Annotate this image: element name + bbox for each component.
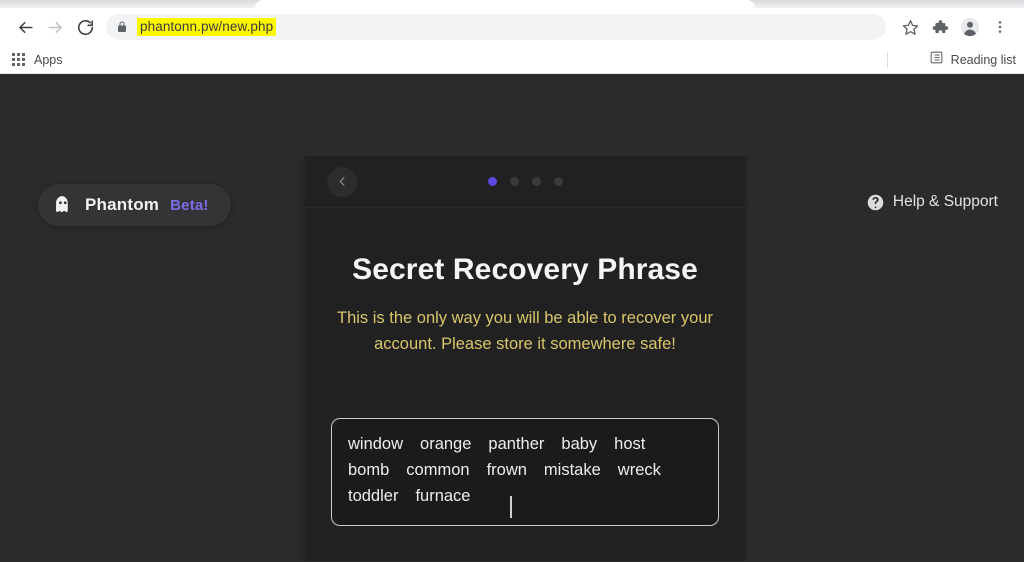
seed-word: window: [348, 435, 404, 454]
reading-list-icon: [929, 50, 944, 70]
url-text[interactable]: phantonn.pw/new.php: [137, 18, 277, 36]
progress-indicator: [305, 177, 745, 186]
seed-word: panther: [488, 435, 545, 454]
modal-header: [305, 156, 745, 208]
seed-word: frown: [486, 461, 527, 480]
modal-left-edge: [297, 156, 305, 561]
progress-dot-1: [487, 177, 497, 186]
seed-phrase-box[interactable]: window orange panther baby host bomb common fro…: [331, 418, 719, 526]
forward-nav-icon[interactable]: [40, 12, 70, 42]
apps-label: Apps: [34, 52, 63, 67]
seed-word: common: [406, 461, 470, 480]
bookmark-star-icon[interactable]: [896, 13, 924, 41]
ghost-icon: [56, 196, 68, 213]
progress-dot-3: [531, 177, 541, 186]
back-nav-icon[interactable]: [10, 12, 40, 42]
apps-shortcut[interactable]: Apps: [12, 52, 63, 67]
address-bar[interactable]: phantonn.pw/new.php: [106, 14, 886, 40]
seed-word: host: [614, 435, 646, 454]
seed-word: wreck: [617, 461, 661, 480]
seed-word: orange: [420, 435, 472, 454]
phantom-logo[interactable]: Phantom Beta!: [38, 184, 231, 226]
progress-dot-4: [553, 177, 563, 186]
browser-toolbar: phantonn.pw/new.php: [0, 8, 1024, 46]
seed-phrase-words: window orange panther baby host bomb common fro…: [348, 433, 702, 509]
warning-text: This is the only way you will be able to…: [336, 309, 713, 354]
seed-word: mistake: [543, 461, 601, 480]
reading-list-button[interactable]: Reading list: [929, 50, 1016, 70]
phantom-wordmark: Phantom: [85, 195, 160, 214]
seed-word: baby: [561, 435, 598, 454]
active-tab[interactable]: [255, 0, 755, 8]
reading-list-label: Reading list: [950, 52, 1016, 67]
page-title: Secret Recovery Phrase: [352, 253, 698, 286]
browser-chrome: phantonn.pw/new.php Apps Reading list: [0, 0, 1024, 74]
phantom-beta-badge: Beta!: [170, 196, 209, 214]
modal-right-edge: [745, 156, 752, 561]
browser-tab-strip[interactable]: [0, 0, 1024, 8]
text-cursor: [510, 495, 512, 518]
modal-body: Secret Recovery Phrase This is the only …: [305, 208, 745, 561]
seed-word: bomb: [348, 461, 390, 480]
help-and-support-link[interactable]: Help & Support: [867, 193, 998, 211]
seed-word: toddler: [348, 486, 399, 505]
onboarding-modal: Secret Recovery Phrase This is the only …: [305, 156, 745, 561]
progress-dot-2: [509, 177, 519, 186]
bookmarks-bar: Apps Reading list: [0, 46, 1024, 74]
apps-grid-icon: [12, 52, 26, 67]
phantom-onboarding-page: Phantom Beta! Help & Support Secret Reco…: [0, 74, 1024, 561]
bookmarks-bar-divider: [887, 51, 888, 68]
reload-icon[interactable]: [70, 12, 100, 42]
help-and-support-label: Help & Support: [892, 193, 998, 210]
question-circle-icon: [867, 194, 884, 210]
profile-avatar-icon[interactable]: [956, 13, 984, 41]
seed-word: furnace: [415, 486, 471, 505]
extensions-puzzle-icon[interactable]: [926, 13, 954, 41]
chrome-menu-icon[interactable]: [986, 13, 1014, 41]
lock-icon: [116, 20, 128, 34]
